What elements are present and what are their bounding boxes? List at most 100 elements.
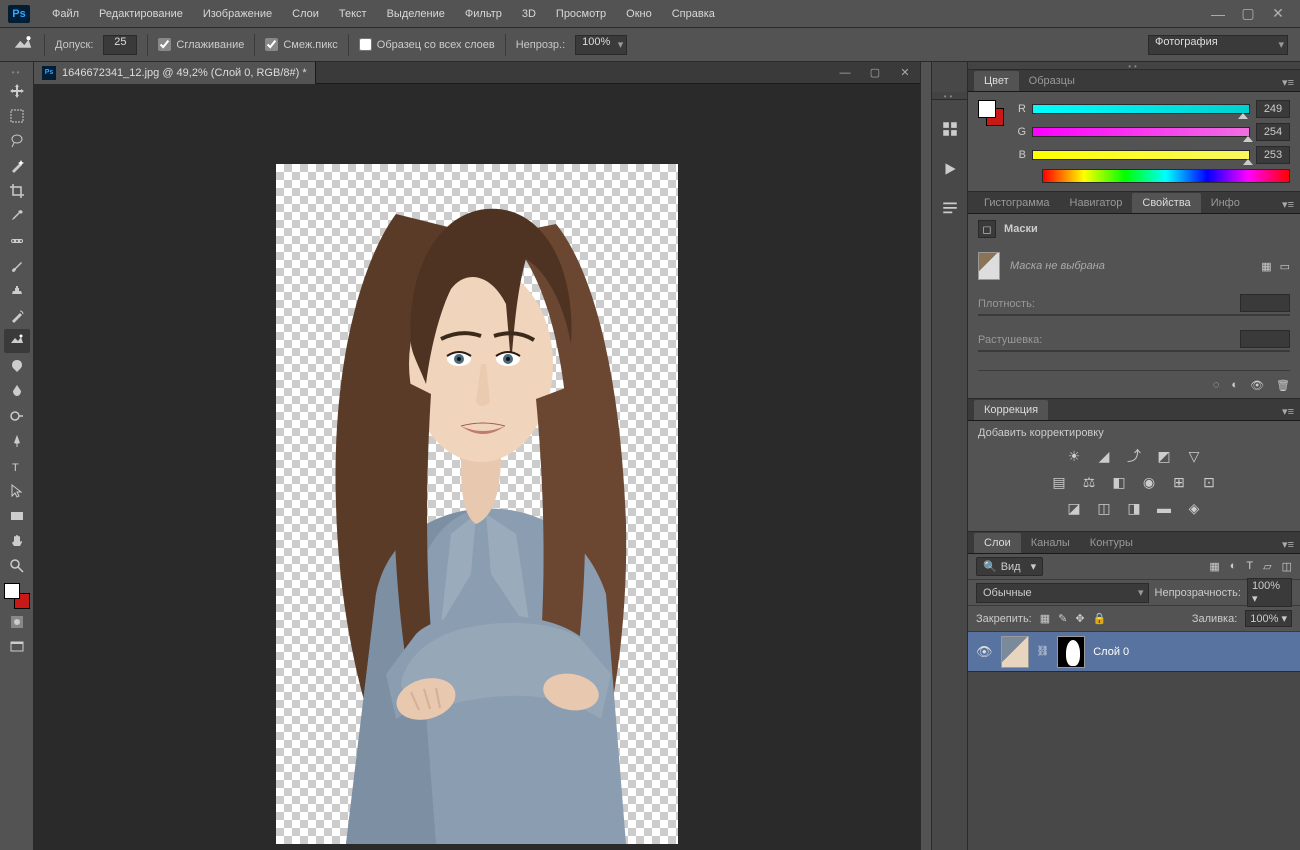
color-swatches[interactable] (4, 583, 30, 609)
disable-mask-icon[interactable]: 👁 (1250, 379, 1264, 392)
zoom-tool[interactable] (4, 554, 30, 578)
actions-panel-icon[interactable] (939, 158, 961, 180)
tolerance-input[interactable]: 25 (103, 35, 137, 55)
type-tool[interactable]: T (4, 454, 30, 478)
magic-wand-tool[interactable] (4, 154, 30, 178)
history-brush-tool[interactable] (4, 304, 30, 328)
spectrum-bar[interactable] (1042, 169, 1290, 183)
lock-position-icon[interactable]: ✥ (1075, 612, 1084, 625)
vibrance-icon[interactable]: ▽ (1185, 447, 1203, 465)
collapse-strip[interactable] (920, 62, 932, 850)
doc-close-button[interactable]: ✕ (890, 63, 920, 83)
blend-mode-select[interactable]: Обычные (976, 583, 1149, 603)
r-slider[interactable] (1032, 104, 1250, 114)
mask-thumbnail[interactable] (978, 252, 1000, 280)
gradient-map-icon[interactable]: ▬ (1155, 499, 1173, 517)
screen-mode-tool[interactable] (4, 635, 30, 659)
b-slider[interactable] (1032, 150, 1250, 160)
dock-grip[interactable]: •• (932, 92, 967, 100)
move-tool[interactable] (4, 79, 30, 103)
brightness-icon[interactable]: ☀ (1065, 447, 1083, 465)
active-tool-icon[interactable] (12, 34, 34, 56)
antialias-checkbox[interactable]: Сглаживание (158, 38, 244, 51)
photo-filter-icon[interactable]: ◉ (1140, 473, 1158, 491)
pixel-mask-icon[interactable]: ▦ (1261, 260, 1271, 273)
menu-edit[interactable]: Редактирование (89, 8, 193, 20)
b-value[interactable]: 253 (1256, 146, 1290, 164)
invert-mask-icon[interactable]: ◐ (1231, 379, 1238, 392)
doc-maximize-button[interactable]: ▢ (860, 63, 890, 83)
filter-shape-icon[interactable]: ▱ (1263, 560, 1271, 573)
fill-value[interactable]: 100% ▾ (1245, 610, 1292, 627)
marquee-tool[interactable] (4, 104, 30, 128)
menu-image[interactable]: Изображение (193, 8, 282, 20)
panel-menu-icon[interactable]: ▾≡ (1276, 536, 1300, 553)
exposure-icon[interactable]: ◩ (1155, 447, 1173, 465)
color-balance-icon[interactable]: ⚖ (1080, 473, 1098, 491)
tab-properties[interactable]: Свойства (1132, 193, 1200, 213)
tab-paths[interactable]: Контуры (1080, 533, 1143, 553)
menu-select[interactable]: Выделение (377, 8, 455, 20)
menu-filter[interactable]: Фильтр (455, 8, 512, 20)
clone-stamp-tool[interactable] (4, 279, 30, 303)
doc-minimize-button[interactable]: — (830, 63, 860, 83)
window-close-button[interactable]: ✕ (1264, 5, 1292, 23)
gradient-tool[interactable] (4, 354, 30, 378)
canvas[interactable] (276, 164, 678, 844)
sample-all-layers-checkbox[interactable]: Образец со всех слоев (359, 38, 495, 51)
filter-adjust-icon[interactable]: ◐ (1230, 560, 1237, 573)
tab-adjustments[interactable]: Коррекция (974, 400, 1048, 420)
feather-slider[interactable] (978, 350, 1290, 352)
menu-view[interactable]: Просмотр (546, 8, 616, 20)
blur-tool[interactable] (4, 379, 30, 403)
eraser-tool[interactable] (4, 329, 30, 353)
menu-file[interactable]: Файл (42, 8, 89, 20)
r-value[interactable]: 249 (1256, 100, 1290, 118)
tab-color[interactable]: Цвет (974, 71, 1019, 91)
panel-grip[interactable]: •• (7, 68, 27, 76)
layer-name[interactable]: Слой 0 (1093, 646, 1129, 658)
selective-color-icon[interactable]: ◈ (1185, 499, 1203, 517)
feather-value[interactable] (1240, 330, 1290, 348)
paragraph-panel-icon[interactable] (939, 198, 961, 220)
curves-icon[interactable]: ⤴ (1125, 447, 1143, 465)
channel-mixer-icon[interactable]: ⊞ (1170, 473, 1188, 491)
brush-tool[interactable] (4, 254, 30, 278)
levels-icon[interactable]: ◢ (1095, 447, 1113, 465)
lock-transparency-icon[interactable]: ▦ (1040, 612, 1050, 625)
mask-mode-icon[interactable]: ◻ (978, 220, 996, 238)
posterize-icon[interactable]: ◫ (1095, 499, 1113, 517)
layer-row[interactable]: 👁 ⛓ Слой 0 (968, 632, 1300, 672)
vector-mask-icon[interactable]: ▭ (1280, 260, 1290, 273)
bw-icon[interactable]: ◧ (1110, 473, 1128, 491)
color-lookup-icon[interactable]: ⊡ (1200, 473, 1218, 491)
quick-mask-tool[interactable] (4, 610, 30, 634)
menu-3d[interactable]: 3D (512, 8, 546, 20)
invert-icon[interactable]: ◪ (1065, 499, 1083, 517)
dodge-tool[interactable] (4, 404, 30, 428)
color-swatch-mini[interactable] (978, 100, 1004, 126)
history-panel-icon[interactable] (939, 118, 961, 140)
filter-pixel-icon[interactable]: ▦ (1209, 560, 1219, 573)
pen-tool[interactable] (4, 429, 30, 453)
menu-text[interactable]: Текст (329, 8, 377, 20)
hand-tool[interactable] (4, 529, 30, 553)
panel-menu-icon[interactable]: ▾≡ (1276, 403, 1300, 420)
delete-mask-icon[interactable]: 🗑 (1276, 379, 1290, 392)
lasso-tool[interactable] (4, 129, 30, 153)
filter-smart-icon[interactable]: ◫ (1282, 560, 1292, 573)
lock-pixels-icon[interactable]: ✎ (1058, 612, 1067, 625)
menu-window[interactable]: Окно (616, 8, 662, 20)
window-minimize-button[interactable]: — (1204, 5, 1232, 23)
menu-layers[interactable]: Слои (282, 8, 329, 20)
g-value[interactable]: 254 (1256, 123, 1290, 141)
mask-from-selection-icon[interactable]: ◌ (1213, 379, 1220, 392)
contiguous-checkbox[interactable]: Смеж.пикс (265, 38, 337, 51)
layer-kind-filter[interactable]: 🔍 Вид ▾ (976, 557, 1043, 576)
g-slider[interactable] (1032, 127, 1250, 137)
crop-tool[interactable] (4, 179, 30, 203)
tab-navigator[interactable]: Навигатор (1060, 193, 1133, 213)
window-maximize-button[interactable]: ▢ (1234, 5, 1262, 23)
layer-thumbnail[interactable] (1001, 636, 1029, 668)
path-selection-tool[interactable] (4, 479, 30, 503)
